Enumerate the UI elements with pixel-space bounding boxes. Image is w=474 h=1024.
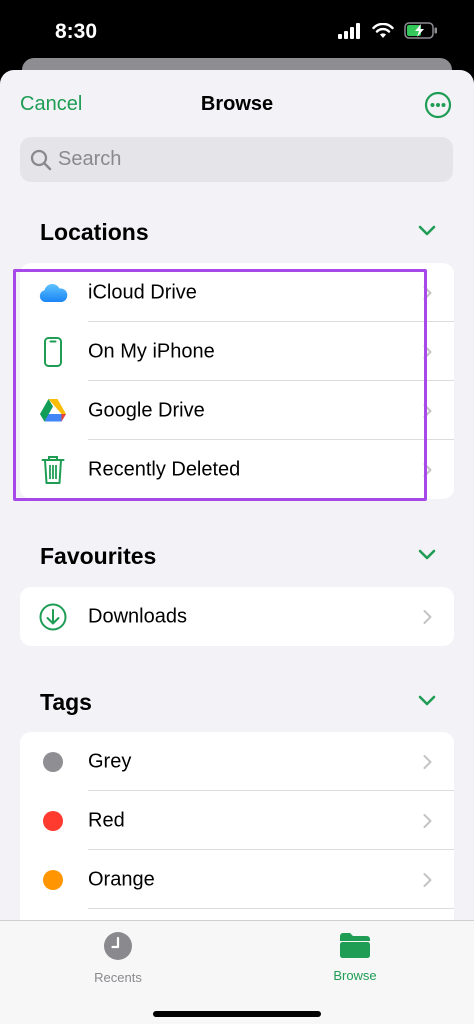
icloud-icon [38,278,68,308]
tab-bar: Recents Browse [0,920,474,1024]
chevron-right-icon [423,813,432,828]
list-item-on-my-iphone[interactable]: On My iPhone [20,322,454,381]
trash-icon [38,455,68,485]
section-title: Tags [40,689,92,715]
list-item-recently-deleted[interactable]: Recently Deleted [20,440,454,499]
browse-sheet: Cancel Browse Locations [0,70,474,1024]
status-icons [338,22,438,39]
list-item-label: On My iPhone [88,340,215,362]
tab-label: Recents [94,970,142,985]
search-input[interactable] [58,137,438,182]
favourites-list: Downloads [20,587,454,646]
status-bar: 8:30 [0,0,474,64]
chevron-right-icon [423,872,432,887]
cellular-signal-icon [338,22,360,39]
tag-color-dot-icon [38,747,68,777]
more-options-icon[interactable] [424,91,452,119]
chevron-right-icon [423,285,432,300]
chevron-right-icon [423,462,432,477]
list-item-icloud-drive[interactable]: iCloud Drive [20,263,454,322]
list-item-label: iCloud Drive [88,281,197,303]
list-item-downloads[interactable]: Downloads [20,587,454,646]
list-item-label: Grey [88,750,132,772]
list-item-tag-grey[interactable]: Grey [20,732,454,791]
chevron-right-icon [423,403,432,418]
chevron-down-icon[interactable] [418,695,436,707]
tab-label: Browse [333,968,377,983]
divider [88,908,454,909]
wifi-icon [372,22,394,38]
chevron-right-icon [423,344,432,359]
search-icon [30,149,52,171]
clock-icon [104,932,132,960]
google-drive-icon [38,396,68,426]
chevron-down-icon[interactable] [418,225,436,237]
home-indicator [153,1011,321,1017]
tab-browse[interactable]: Browse [295,931,415,983]
list-item-google-drive[interactable]: Google Drive [20,381,454,440]
tag-color-dot-icon [38,806,68,836]
folder-icon [340,933,370,958]
list-item-tag-red[interactable]: Red [20,791,454,850]
locations-list: iCloud Drive On My iPhone Google Drive R… [20,263,454,499]
list-item-label: Google Drive [88,399,205,421]
section-title: Favourites [40,543,157,569]
list-item-label: Orange [88,868,155,890]
favourites-section-header[interactable]: Favourites [0,539,474,579]
locations-section-header[interactable]: Locations [0,215,474,255]
iphone-icon [38,336,68,367]
search-bar[interactable] [20,137,453,182]
list-item-label: Red [88,809,125,831]
download-icon [38,602,68,632]
nav-bar: Cancel Browse [0,70,474,138]
chevron-right-icon [423,754,432,769]
list-item-label: Downloads [88,605,187,627]
tab-recents[interactable]: Recents [58,931,178,985]
list-item-tag-orange[interactable]: Orange [20,850,454,909]
tag-color-dot-icon [38,865,68,895]
tags-section-header[interactable]: Tags [0,685,474,725]
battery-charging-icon [404,22,437,39]
status-time: 8:30 [55,20,98,43]
chevron-down-icon[interactable] [418,549,436,561]
page-title: Browse [200,93,274,115]
section-title: Locations [40,219,149,245]
list-item-label: Recently Deleted [88,458,241,480]
chevron-right-icon [423,609,432,624]
